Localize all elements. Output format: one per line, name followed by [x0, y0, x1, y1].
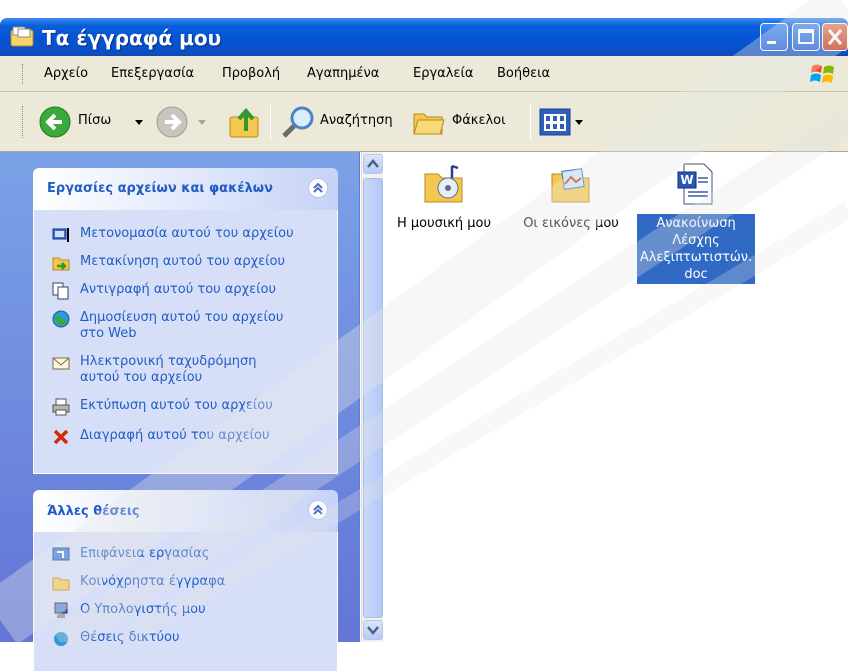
views-button[interactable] — [538, 106, 590, 138]
arrow-up-icon — [367, 159, 379, 168]
file-tasks-panel: Μετονομασία αυτού του αρχείου Μετακίνηση… — [33, 210, 338, 474]
toolbar-grip[interactable] — [22, 106, 25, 138]
menu-grip[interactable] — [22, 64, 25, 84]
window-title: Τα έγγραφά μου — [42, 26, 222, 50]
menu-help[interactable]: Βοήθεια — [497, 66, 550, 81]
back-label: Πίσω — [78, 113, 112, 128]
chevron-up-icon — [313, 182, 323, 193]
views-icon — [539, 108, 583, 136]
arrow-down-icon — [367, 626, 379, 635]
folder-up-icon[interactable] — [228, 105, 262, 139]
publish-web-icon — [52, 310, 70, 328]
delete-icon — [53, 429, 69, 445]
folders-button[interactable]: Φάκελοι — [412, 102, 527, 142]
file-tasks-header[interactable]: Εργασίες αρχείων και φακέλων — [33, 168, 338, 210]
back-arrow-icon — [39, 106, 71, 138]
word-document-icon: W — [677, 163, 713, 205]
other-places-header[interactable]: Άλλες θέσεις — [33, 490, 338, 532]
menu-tools[interactable]: Εργαλεία — [413, 66, 473, 81]
collapse-button[interactable] — [308, 178, 328, 198]
maximize-icon — [798, 29, 814, 44]
forward-dropdown-icon — [198, 120, 206, 125]
minimize-icon — [767, 41, 776, 44]
file-name: Η μουσική μου — [396, 216, 492, 231]
email-icon — [52, 357, 70, 370]
title-bar[interactable]: Τα έγγραφά μου — [0, 18, 848, 56]
other-places-title: Άλλες θέσεις — [47, 504, 140, 519]
toolbar-separator — [530, 104, 531, 140]
file-name: Ανακοίνωση Λέσχης Αλεξιπτωτιστών. doc — [635, 213, 757, 285]
search-label: Αναζήτηση — [320, 113, 393, 128]
chevron-up-icon — [313, 504, 323, 515]
network-places-icon — [54, 632, 68, 646]
maximize-button[interactable] — [792, 23, 820, 51]
top-strip — [0, 0, 848, 18]
file-name: Οι εικόνες μου — [523, 216, 619, 231]
vertical-scrollbar[interactable] — [361, 152, 383, 642]
file-tasks-title: Εργασίες αρχείων και φακέλων — [47, 181, 273, 196]
scroll-up-button[interactable] — [363, 154, 383, 174]
svg-text:W: W — [680, 173, 693, 187]
back-dropdown-icon[interactable] — [134, 119, 144, 127]
menu-favorites[interactable]: Αγαπημένα — [307, 66, 379, 81]
scroll-down-button[interactable] — [363, 620, 383, 640]
minimize-button[interactable] — [760, 23, 788, 51]
desktop-icon — [52, 547, 70, 561]
pictures-folder-icon — [551, 168, 590, 203]
folders-icon — [413, 113, 445, 135]
forward-arrow-icon — [156, 106, 188, 138]
windows-logo-icon — [810, 64, 834, 83]
back-button[interactable]: Πίσω — [38, 102, 153, 142]
shared-folder-icon — [52, 577, 70, 591]
task-pane: Εργασίες αρχείων και φακέλων Μετονομασία… — [0, 152, 360, 672]
file-item[interactable]: Οι εικόνες μου — [512, 162, 630, 233]
close-icon — [827, 29, 843, 45]
toolbar-separator — [270, 104, 271, 140]
menu-bar: Αρχείο Επεξεργασία Προβολή Αγαπημένα Εργ… — [0, 56, 848, 92]
search-button[interactable]: Αναζήτηση — [280, 102, 405, 142]
rename-icon — [52, 228, 69, 242]
close-button[interactable] — [822, 23, 848, 51]
folder-window-icon — [10, 26, 34, 47]
menu-file[interactable]: Αρχείο — [44, 66, 88, 81]
scroll-thumb[interactable] — [363, 178, 383, 618]
menu-edit[interactable]: Επεξεργασία — [111, 66, 194, 81]
toolbar: Πίσω Αναζήτηση Φάκελοι — [0, 92, 848, 152]
folders-label: Φάκελοι — [452, 113, 506, 128]
forward-button[interactable] — [155, 102, 215, 142]
other-places-panel: Επιφάνεια εργασίας Κοινόχρηστα έγγραφα Ο… — [33, 532, 338, 672]
search-icon — [282, 106, 314, 138]
collapse-button[interactable] — [308, 500, 328, 520]
file-item[interactable]: Η μουσική μου — [384, 162, 504, 233]
my-computer-icon — [54, 602, 68, 618]
file-item-selected[interactable]: W Ανακοίνωση Λέσχης Αλεξιπτωτιστών. doc — [632, 162, 760, 285]
move-icon — [52, 257, 70, 271]
menu-view[interactable]: Προβολή — [222, 66, 280, 81]
file-view: Η μουσική μου Οι εικόνες μου W Ανακοίνωσ… — [384, 152, 848, 642]
print-icon — [52, 398, 70, 416]
copy-icon — [52, 282, 69, 300]
music-folder-icon — [424, 164, 463, 203]
